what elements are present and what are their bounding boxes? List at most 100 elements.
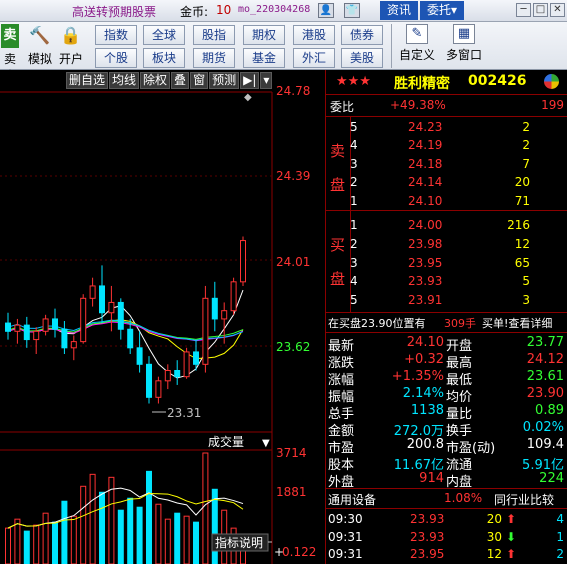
- stat-value: 109.4: [526, 437, 564, 452]
- simulate-button[interactable]: 🔨 模拟: [26, 24, 54, 67]
- candle: [136, 331, 143, 373]
- order-tab-label: 委托: [426, 3, 451, 17]
- sell-level-row[interactable]: 4 24.19 2: [326, 137, 567, 155]
- stock-name: 胜利精密: [394, 76, 450, 92]
- toolbar-divider: [391, 24, 392, 68]
- tick-time: 09:30: [328, 512, 363, 526]
- buy-level-row[interactable]: 2 23.98 12: [326, 236, 567, 254]
- nav-sectors[interactable]: 板块: [143, 48, 185, 68]
- stat-value: 0.89: [535, 403, 564, 418]
- tick-count: 1: [556, 529, 564, 544]
- tick-time: 09:31: [328, 547, 363, 561]
- notice-text: 在买盘23.90位置有: [328, 317, 426, 330]
- candle-body: [14, 324, 21, 332]
- stat-value: +0.32: [404, 352, 444, 367]
- buy-level-row[interactable]: 5 23.91 3: [326, 292, 567, 310]
- nav-global[interactable]: 全球: [143, 25, 185, 45]
- volume-axis-label: 1881: [276, 485, 307, 499]
- candle: [202, 285, 209, 373]
- sector-compare-link[interactable]: 同行业比较: [494, 491, 554, 508]
- multi-window-button[interactable]: ▦ 多窗口: [442, 24, 486, 63]
- sell-level: 3: [350, 156, 358, 171]
- candle-body: [33, 330, 40, 341]
- diamond-icon: ◆: [244, 92, 252, 103]
- stat-value: 224: [539, 471, 564, 486]
- buy-level-row[interactable]: 3 23.95 65: [326, 255, 567, 273]
- nav-us-stocks[interactable]: 美股: [341, 48, 383, 68]
- volume-axis-label: 3714: [276, 446, 307, 460]
- nav-stocks[interactable]: 个股: [95, 48, 137, 68]
- sell-level-row[interactable]: 1 24.10 71: [326, 193, 567, 211]
- volume-bar: [52, 521, 58, 564]
- volume-label[interactable]: 成交量: [208, 434, 244, 449]
- nav-bonds[interactable]: 债券: [341, 25, 383, 45]
- chevron-down-icon[interactable]: ▼: [262, 438, 270, 449]
- stat-value: 24.10: [406, 335, 444, 350]
- coins-label: 金币:: [180, 5, 209, 19]
- volume-bar: [146, 470, 152, 564]
- sell-icon: 卖: [1, 24, 19, 48]
- stat-value: 24.12: [526, 352, 564, 367]
- news-tab[interactable]: 资讯: [380, 1, 418, 20]
- stat-value: 23.77: [526, 335, 564, 350]
- maximize-icon[interactable]: □: [533, 3, 548, 17]
- notice-detail-link[interactable]: 买单!查看详细: [482, 315, 552, 331]
- candle: [174, 360, 181, 385]
- volume-bar: [33, 524, 40, 564]
- stat-row: 股本 11.67亿 流通 5.91亿: [326, 453, 567, 473]
- buy-level-row[interactable]: 4 23.93 5: [326, 273, 567, 291]
- candle: [80, 294, 87, 344]
- tick-volume: 20: [486, 512, 502, 526]
- sell-volume: 2: [522, 120, 530, 134]
- stat-value: 23.90: [526, 386, 564, 401]
- stat-row: 振幅 2.14% 均价 23.90: [326, 385, 567, 405]
- user-icon[interactable]: 👤: [318, 3, 334, 18]
- candle-body: [23, 324, 30, 341]
- volume-bar: [23, 530, 30, 564]
- open-account-button[interactable]: 🔒 开户: [57, 24, 85, 67]
- arrow-down-icon: ⬇: [506, 529, 517, 544]
- simulate-label: 模拟: [27, 52, 52, 66]
- sector-row: 通用设备 1.08% 同行业比较: [326, 490, 567, 508]
- window-grid-icon: ▦: [453, 24, 475, 44]
- candle-body: [89, 285, 96, 299]
- nav-hk-stocks[interactable]: 港股: [293, 25, 335, 45]
- pie-chart-icon[interactable]: [544, 74, 559, 89]
- main-toolbar: 卖 卖出 🔨 模拟 🔒 开户 指数 全球 股指 期权 港股 债券 个股 板块 期…: [0, 22, 567, 83]
- webi-row: 委比 +49.38% 199: [326, 97, 567, 115]
- order-tab[interactable]: 委托▾: [420, 1, 464, 20]
- close-icon[interactable]: ✕: [550, 3, 565, 17]
- sell-level-row[interactable]: 3 24.18 7: [326, 156, 567, 174]
- minimize-icon[interactable]: ─: [516, 3, 531, 17]
- buy-price: 24.00: [408, 218, 443, 232]
- sell-level-row[interactable]: 5 24.23 2: [326, 119, 567, 137]
- sell-price: 24.10: [408, 193, 443, 208]
- sector-name[interactable]: 通用设备: [328, 491, 376, 508]
- stat-value: 0.02%: [522, 420, 564, 435]
- candle-body: [70, 341, 77, 349]
- arrow-up-icon: ⬆: [506, 547, 517, 561]
- stat-value: 914: [419, 471, 444, 486]
- lock-icon: 🔒: [60, 26, 82, 46]
- nav-forex[interactable]: 外汇: [293, 48, 335, 68]
- nav-futures[interactable]: 期货: [193, 48, 235, 68]
- username: mo_220304268: [238, 4, 311, 15]
- nav-index[interactable]: 指数: [95, 25, 137, 45]
- nav-options[interactable]: 期权: [243, 25, 285, 45]
- buy-level: 2: [350, 236, 358, 251]
- candle-body: [146, 363, 152, 398]
- nav-stock-index[interactable]: 股指: [193, 25, 235, 45]
- volume-bar: [42, 512, 49, 564]
- sell-level-row[interactable]: 2 24.14 20: [326, 174, 567, 192]
- candle-body: [230, 281, 237, 312]
- chart-canvas: ◆ 24.78 24.39 24.01 23.62 23.31 成交量 ▼ 37…: [0, 84, 316, 564]
- promo-link[interactable]: 高送转预期股票: [72, 3, 156, 20]
- volume-bar: [174, 512, 181, 564]
- custom-button[interactable]: ✎ 自定义: [396, 24, 438, 63]
- sell-price: 24.18: [408, 156, 443, 171]
- nav-funds[interactable]: 基金: [243, 48, 285, 68]
- buy-level-row[interactable]: 1 24.00 216: [326, 217, 567, 235]
- sell-level: 5: [350, 120, 358, 134]
- candle: [33, 327, 40, 354]
- shirt-icon[interactable]: 👕: [344, 3, 360, 18]
